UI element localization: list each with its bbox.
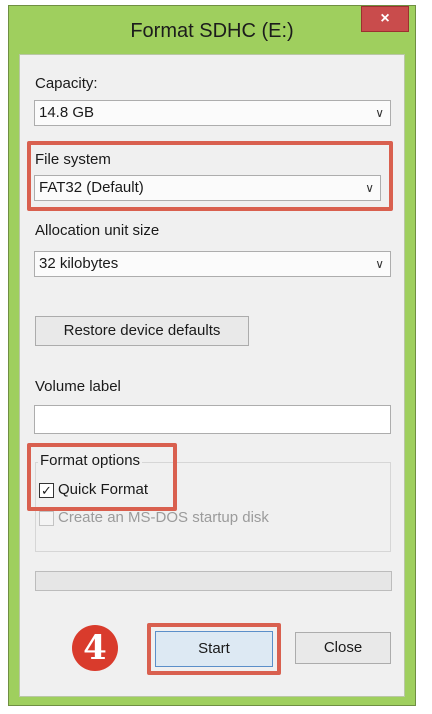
check-icon: ✓ — [41, 483, 52, 498]
capacity-label: Capacity: — [35, 75, 98, 92]
step-number-badge: 4 — [72, 625, 118, 671]
close-icon: × — [380, 10, 390, 27]
allocation-value: 32 kilobytes — [39, 255, 119, 272]
format-dialog-window: Format SDHC (E:) × Capacity: 14.8 GB ∨ F… — [8, 5, 416, 706]
msdos-startup-label: Create an MS-DOS startup disk — [58, 509, 269, 526]
capacity-dropdown[interactable]: 14.8 GB ∨ — [34, 100, 391, 126]
allocation-label: Allocation unit size — [35, 222, 160, 239]
file-system-value: FAT32 (Default) — [39, 179, 144, 196]
format-progress-bar — [35, 571, 392, 591]
chevron-down-icon: ∨ — [375, 257, 384, 271]
quick-format-checkbox[interactable]: ✓ — [39, 483, 54, 498]
start-button[interactable]: Start — [155, 631, 273, 667]
chevron-down-icon: ∨ — [375, 106, 384, 120]
capacity-value: 14.8 GB — [39, 104, 95, 121]
close-button[interactable]: Close — [295, 632, 391, 664]
window-title: Format SDHC (E:) — [130, 20, 294, 42]
restore-defaults-button[interactable]: Restore device defaults — [35, 316, 249, 346]
dialog-client-area: Capacity: 14.8 GB ∨ File system FAT32 (D… — [19, 54, 405, 697]
file-system-dropdown[interactable]: FAT32 (Default) ∨ — [34, 175, 381, 201]
msdos-startup-checkbox[interactable] — [39, 511, 54, 526]
title-bar[interactable]: Format SDHC (E:) × — [9, 6, 415, 56]
file-system-label: File system — [35, 151, 111, 168]
close-window-button[interactable]: × — [361, 6, 409, 32]
format-options-label: Format options — [38, 452, 143, 469]
volume-label: Volume label — [35, 378, 121, 395]
volume-label-input[interactable] — [34, 405, 391, 434]
allocation-dropdown[interactable]: 32 kilobytes ∨ — [34, 251, 391, 277]
quick-format-label: Quick Format — [58, 481, 149, 498]
chevron-down-icon: ∨ — [365, 181, 374, 195]
